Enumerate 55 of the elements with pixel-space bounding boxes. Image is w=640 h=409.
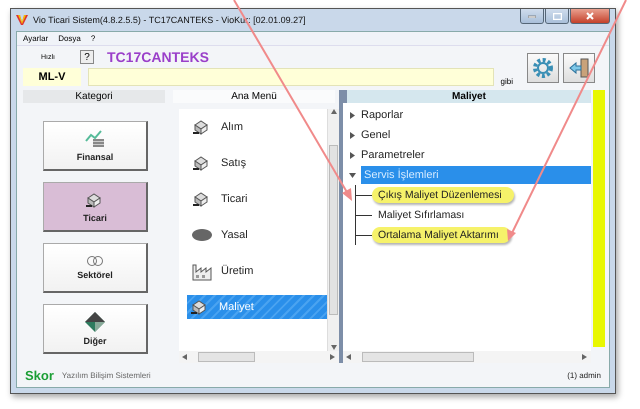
exit-icon	[567, 56, 591, 80]
close-button[interactable]	[570, 9, 610, 24]
maximize-icon	[552, 12, 562, 20]
menu-list-item[interactable]: Satış	[189, 151, 327, 175]
rings-icon	[86, 255, 104, 267]
scroll-arrow-icon[interactable]	[346, 354, 352, 360]
menu-item[interactable]: Dosya	[58, 34, 81, 43]
tree-item[interactable]: Maliyet Sıfırlaması	[372, 207, 470, 223]
column-header: Ana Menü	[173, 90, 335, 103]
expand-arrow-icon[interactable]	[349, 112, 356, 118]
diamond-icon	[84, 311, 106, 333]
close-icon	[586, 12, 594, 20]
exit-button[interactable]	[563, 52, 595, 82]
minimize-icon	[528, 14, 536, 18]
expand-arrow-icon[interactable]	[349, 152, 356, 158]
scroll-arrow-icon[interactable]	[582, 354, 588, 360]
search-suffix: gibi	[500, 77, 513, 86]
menu-list-item[interactable]: Üretim	[189, 259, 327, 283]
settings-button[interactable]	[527, 52, 559, 82]
column-header: Kategori	[23, 90, 165, 103]
maximize-button[interactable]	[545, 9, 569, 24]
user-label: (1) admin	[567, 370, 601, 380]
category-button[interactable]: Finansal	[43, 121, 148, 171]
search-field[interactable]	[88, 68, 494, 86]
company-text: Yazılım Bilişim Sistemleri	[62, 370, 151, 380]
menu-list-item[interactable]: Ticari	[189, 187, 327, 211]
tree-item[interactable]: Genel	[361, 129, 390, 141]
horizontal-scrollbar[interactable]	[179, 351, 339, 363]
tree-item[interactable]: Raporlar	[361, 109, 404, 121]
menu-item[interactable]: Ayarlar	[23, 34, 48, 43]
panel-header: Maliyet	[343, 90, 591, 103]
scroll-arrow-icon[interactable]	[182, 354, 188, 360]
highlighted-tree-item[interactable]: Ortalama Maliyet Aktarımı	[372, 227, 511, 243]
collapse-arrow-icon[interactable]	[349, 172, 356, 178]
scroll-arrow-icon[interactable]	[330, 109, 336, 115]
brand-name: Skor	[25, 368, 54, 382]
category-button[interactable]: Sektörel	[43, 243, 148, 293]
vertical-scrollbar[interactable]	[327, 109, 339, 351]
menu-list-item[interactable]: Alım	[189, 115, 327, 139]
category-button[interactable]: Ticari	[43, 182, 148, 232]
chart-icon	[84, 129, 106, 149]
category-button[interactable]: Diğer	[43, 304, 148, 354]
code-label: ML-V	[23, 68, 81, 86]
window-title: Vio Ticari Sistem(4.8.2.5.5) - TC17CANTEKS - VioKur: [02.01.09.27]	[33, 15, 307, 25]
expand-arrow-icon[interactable]	[349, 132, 356, 138]
help-button[interactable]: ?	[80, 50, 94, 64]
highlighted-tree-item[interactable]: Çıkış Maliyet Düzenlemesi	[372, 187, 514, 203]
tree-item[interactable]: Parametreler	[361, 149, 425, 161]
menu-item[interactable]: ?	[90, 34, 96, 43]
company-name: TC17CANTEKS	[107, 49, 209, 65]
menu-list-item[interactable]: Yasal	[189, 223, 327, 247]
minimize-button[interactable]	[520, 9, 544, 24]
horizontal-scrollbar[interactable]	[343, 351, 591, 363]
logo-icon	[16, 14, 28, 26]
settings-icon	[531, 56, 555, 80]
